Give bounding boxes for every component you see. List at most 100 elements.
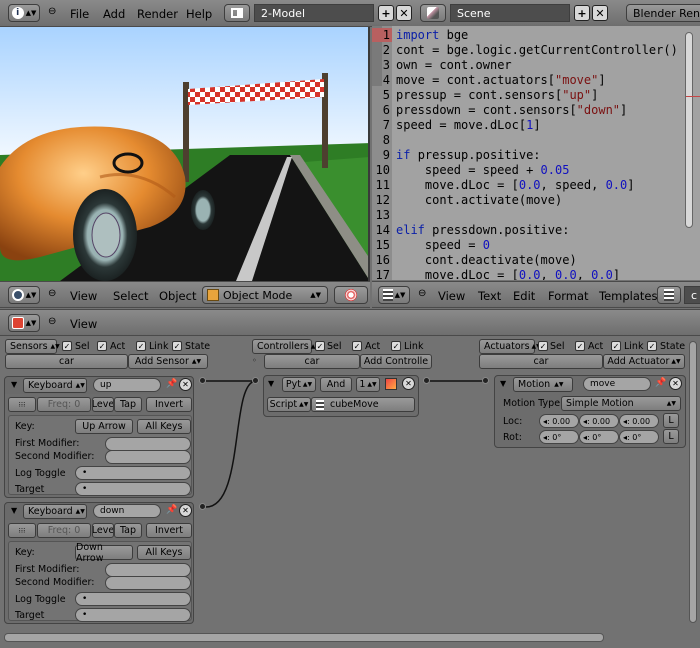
collapse-menu-icon[interactable]: ⊖: [48, 6, 56, 17]
scene-add-button[interactable]: +: [574, 5, 590, 21]
controllers-sel-checkbox[interactable]: ✓: [315, 341, 325, 351]
collapse-triangle-icon[interactable]: ▼: [500, 379, 506, 388]
controller-name-field[interactable]: And: [320, 377, 352, 392]
code-line: cont = bge.logic.getCurrentController(): [396, 43, 678, 57]
controller-delete-button[interactable]: ✕: [402, 377, 415, 390]
rot-x-input[interactable]: ◂: 0°: [539, 430, 579, 444]
text-file-icon: [316, 399, 324, 410]
actuators-state-checkbox[interactable]: ✓: [647, 341, 657, 351]
collapse-menu-icon[interactable]: ⊖: [48, 288, 56, 299]
actuators-dropdown[interactable]: Actuators ▲▼: [479, 339, 541, 354]
menu-edit[interactable]: Edit: [513, 289, 535, 303]
menu-view[interactable]: View: [70, 317, 97, 331]
editor-type-logic-button[interactable]: ▲▼: [8, 314, 40, 332]
actuators-link-checkbox[interactable]: ✓: [611, 341, 621, 351]
motion-type-dropdown[interactable]: Simple Motion ▲▼: [561, 396, 681, 411]
code-line: import bge: [396, 28, 469, 42]
menu-object[interactable]: Object: [159, 289, 196, 303]
controller-input-socket[interactable]: [252, 377, 259, 384]
actuator-delete-button[interactable]: ✕: [669, 377, 682, 390]
scene-name-field[interactable]: Scene: [450, 4, 570, 22]
menu-help[interactable]: Help: [186, 7, 212, 21]
line-number: 6: [382, 103, 390, 117]
add-actuator-dropdown[interactable]: Add Actuator ▲▼: [603, 354, 685, 369]
render-engine-dropdown[interactable]: Blender Rend: [626, 4, 700, 22]
text-datablock-button[interactable]: [657, 286, 681, 304]
chevron-updown-icon: ▲▼: [666, 400, 676, 407]
layout-remove-button[interactable]: ✕: [396, 5, 412, 21]
line-number: 16: [375, 253, 390, 267]
logic-editor[interactable]: Sensors ▲▼ ✓ Sel ✓ Act ✓ Link ✓ State car…: [0, 337, 700, 648]
layout-name-field[interactable]: 2-Model: [254, 4, 374, 22]
pin-icon[interactable]: 📌: [655, 378, 666, 388]
actuator-input-socket[interactable]: [482, 377, 489, 384]
controllers-dropdown[interactable]: Controllers▲▼: [252, 339, 320, 354]
scene-icon-button[interactable]: [420, 4, 446, 22]
layout-add-button[interactable]: +: [378, 5, 394, 21]
priority-icon[interactable]: [385, 378, 397, 390]
script-name-field[interactable]: cubeMove: [311, 397, 415, 412]
menu-text[interactable]: Text: [478, 289, 501, 303]
menu-add[interactable]: Add: [103, 7, 125, 21]
text-name-field[interactable]: c: [684, 286, 700, 304]
editor-type-3d-button[interactable]: ▲▼: [8, 286, 40, 304]
add-controller-dropdown[interactable]: Add Controlle: [360, 354, 432, 369]
rot-y-input[interactable]: ◂: 0°: [579, 430, 619, 444]
scene-remove-button[interactable]: ✕: [592, 5, 608, 21]
loc-x-input[interactable]: ◂: 0.00: [539, 414, 579, 428]
chevron-updown-icon: ▲▼: [25, 319, 37, 327]
motion-type-label: Motion Type:: [503, 398, 564, 409]
loc-z-input[interactable]: ◂: 0.00: [619, 414, 659, 428]
menu-select[interactable]: Select: [113, 289, 148, 303]
logic-vertical-scrollbar[interactable]: [689, 341, 697, 623]
controller-output-socket[interactable]: [423, 377, 430, 384]
menu-render[interactable]: Render: [137, 7, 178, 21]
editor-type-info-button[interactable]: i ▲▼: [8, 4, 40, 22]
collapse-triangle-icon[interactable]: ▼: [268, 379, 274, 388]
margin-marker: [686, 96, 700, 97]
line-number: 4: [382, 73, 390, 87]
viewport-shading-button[interactable]: [334, 286, 368, 304]
loc-y-input[interactable]: ◂: 0.00: [579, 414, 619, 428]
code-scrollbar[interactable]: [685, 32, 693, 228]
object-mode-dropdown[interactable]: Object Mode ▲▼: [202, 286, 328, 304]
controllers-object-field[interactable]: car: [264, 354, 360, 369]
menu-file[interactable]: File: [70, 7, 89, 21]
menu-format[interactable]: Format: [548, 289, 589, 303]
actuators-object-field[interactable]: car: [479, 354, 603, 369]
actuator-name-input[interactable]: move: [583, 377, 651, 391]
logic-horizontal-scrollbar[interactable]: [4, 633, 604, 642]
rot-local-toggle[interactable]: L: [663, 429, 679, 444]
menu-view[interactable]: View: [438, 289, 465, 303]
state-dot-icon[interactable]: ◦: [252, 356, 257, 365]
chevron-updown-icon: ▲▼: [299, 401, 309, 408]
controllers-link-checkbox[interactable]: ✓: [391, 341, 401, 351]
line-number: 5: [382, 88, 390, 102]
script-mode-dropdown[interactable]: Script ▲▼: [267, 397, 311, 412]
controller-state-dropdown[interactable]: 1 ▲▼: [356, 377, 380, 392]
cube-icon: [207, 289, 219, 301]
line-number: 13: [375, 208, 390, 222]
collapse-menu-icon[interactable]: ⊖: [418, 288, 426, 299]
3d-viewport[interactable]: [0, 27, 370, 281]
code-line: cont.deactivate(move): [424, 253, 577, 267]
controller-type-dropdown[interactable]: Pyt ▲▼: [282, 377, 316, 392]
controllers-act-checkbox[interactable]: ✓: [352, 341, 362, 351]
line-number: 17: [375, 268, 390, 280]
line-number: 14: [375, 223, 390, 237]
actuator-panel-move: ▼ Motion ▲▼ move 📌 ✕ Motion Type: Simple …: [494, 375, 686, 448]
rot-z-input[interactable]: ◂: 0°: [619, 430, 659, 444]
editor-type-text-button[interactable]: ▲▼: [378, 286, 410, 304]
actuators-act-checkbox[interactable]: ✓: [575, 341, 585, 351]
scene-icon: [427, 7, 439, 19]
collapse-menu-icon[interactable]: ⊖: [48, 316, 56, 327]
actuator-type-dropdown[interactable]: Motion ▲▼: [513, 377, 573, 392]
text-editor[interactable]: 1 import bge 2 cont = bge.logic.getCurrentC…: [372, 26, 700, 280]
loc-local-toggle[interactable]: L: [663, 413, 679, 428]
actuators-sel-checkbox[interactable]: ✓: [538, 341, 548, 351]
actuators-sel-label: Sel: [550, 341, 565, 352]
menu-view[interactable]: View: [70, 289, 97, 303]
menu-templates[interactable]: Templates: [599, 289, 657, 303]
top-header: i ▲▼ ⊖ File Add Render Help 2-Model + ✕ S…: [0, 0, 700, 27]
layout-icon-button[interactable]: [224, 4, 250, 22]
